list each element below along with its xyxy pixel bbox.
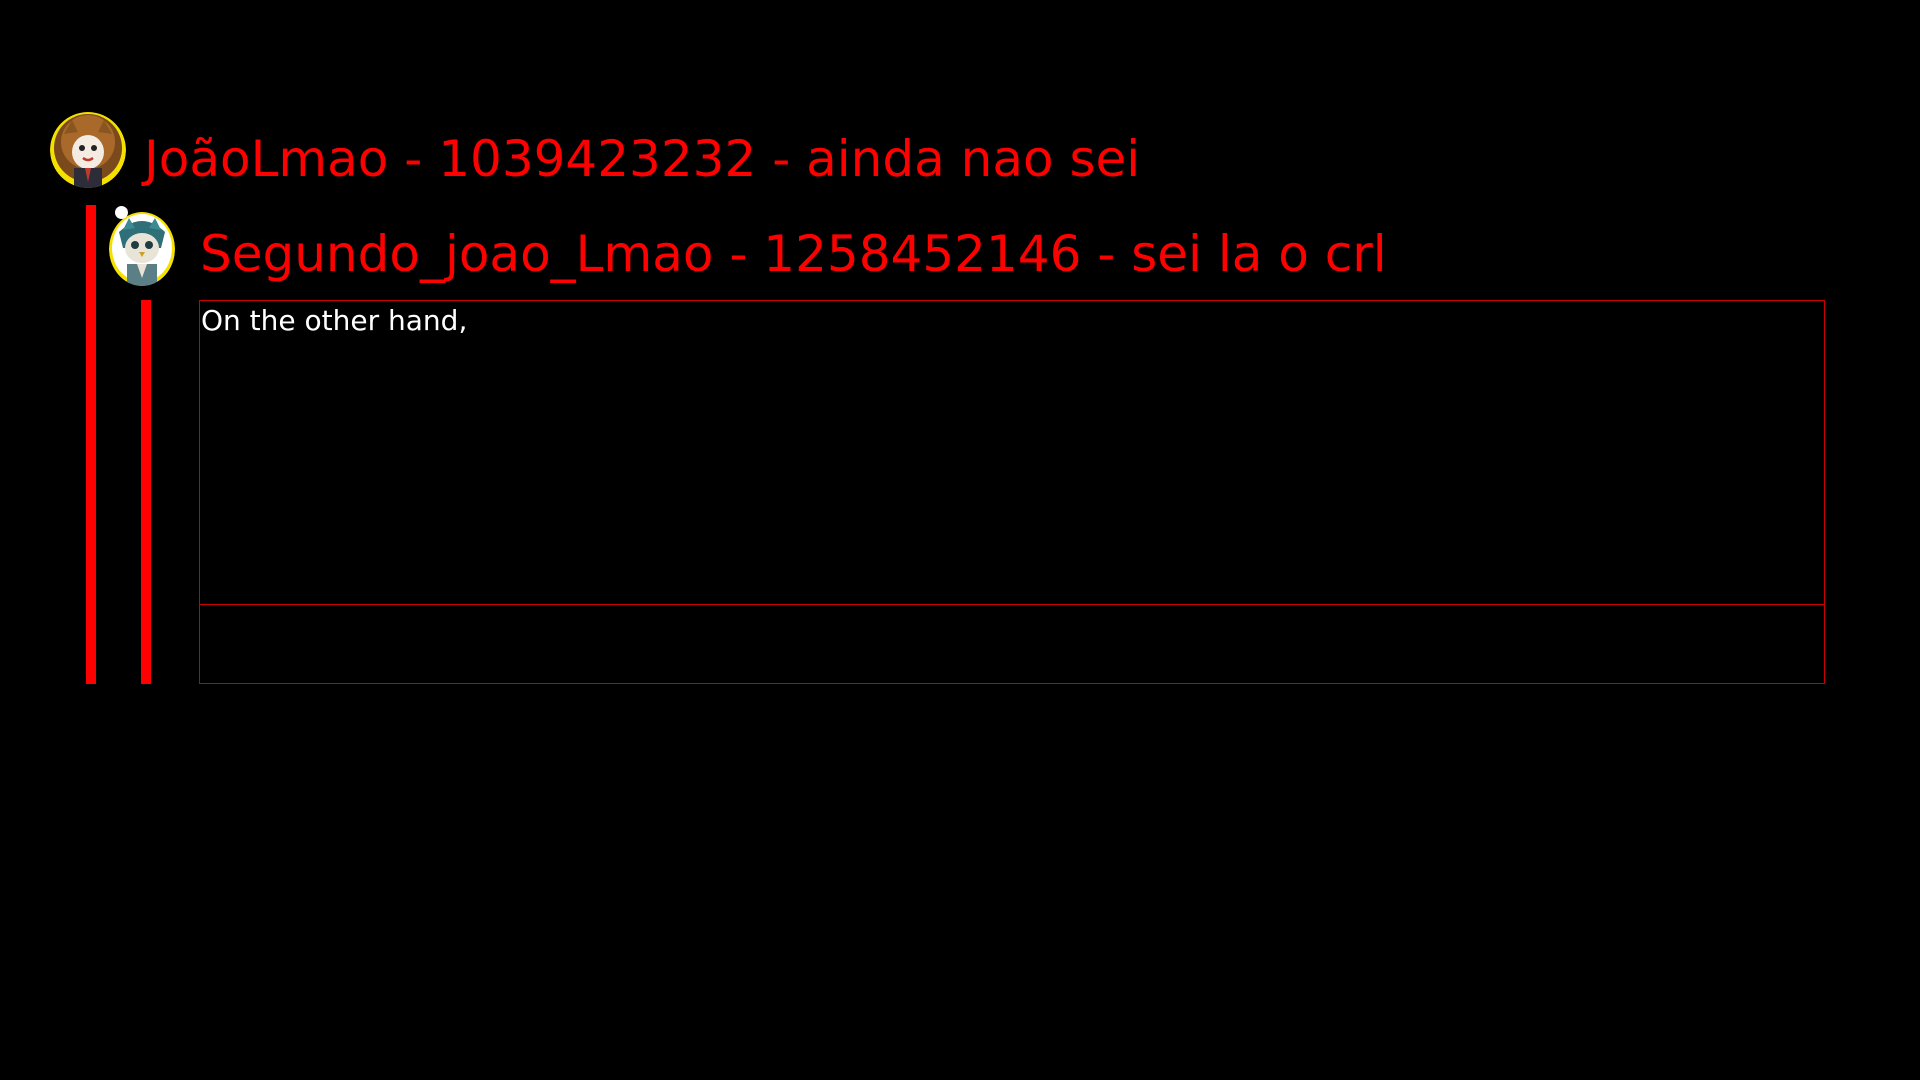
reply-body-text: On the other hand, <box>201 304 468 337</box>
reply-thread-line[interactable] <box>141 300 151 684</box>
reply-post-header: Segundo_joao_Lmao - 1258452146 - sei la … <box>200 225 1387 283</box>
lion-character-avatar-icon <box>50 112 126 188</box>
online-status-dot <box>115 206 128 219</box>
parent-post-header: JoãoLmao - 1039423232 - ainda nao sei <box>144 130 1141 188</box>
reply-avatar[interactable] <box>109 212 175 286</box>
parent-thread-line[interactable] <box>86 205 96 684</box>
reply-footer-area <box>200 604 1824 683</box>
owl-character-avatar-icon <box>109 212 175 286</box>
reply-content-box[interactable]: On the other hand, <box>199 300 1825 684</box>
parent-avatar[interactable] <box>50 112 126 188</box>
thread-view: JoãoLmao - 1039423232 - ainda nao sei Se… <box>0 0 1920 1080</box>
